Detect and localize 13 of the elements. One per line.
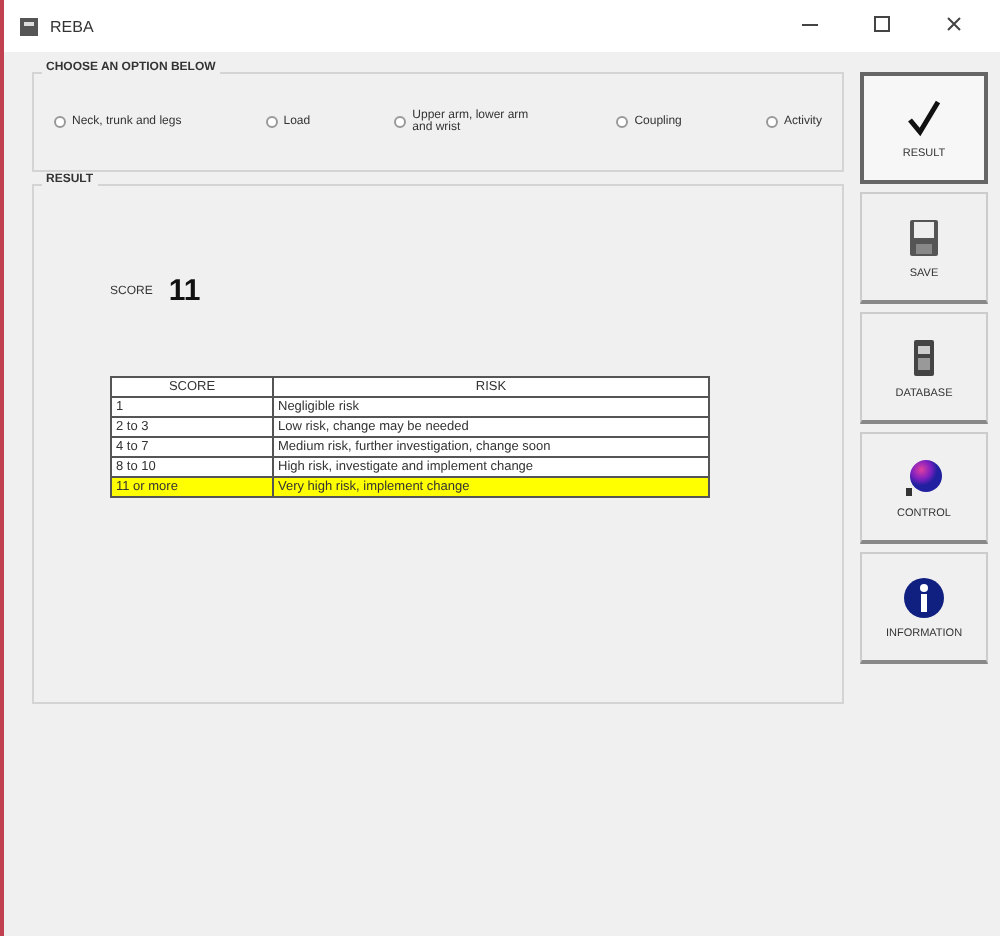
radio-button[interactable] [616, 116, 629, 128]
radio-button[interactable] [265, 116, 278, 128]
radio-button[interactable] [394, 116, 407, 128]
checkmark-icon [902, 96, 946, 140]
radio-button[interactable] [765, 116, 778, 128]
maximize-icon[interactable] [874, 16, 890, 32]
app-icon [20, 17, 38, 35]
score-value: 11 [168, 274, 201, 308]
color-ball-icon [902, 455, 946, 499]
window-title: REBA [50, 17, 96, 35]
info-icon [902, 575, 946, 619]
close-icon[interactable] [946, 16, 962, 32]
radio-button[interactable] [54, 116, 66, 128]
